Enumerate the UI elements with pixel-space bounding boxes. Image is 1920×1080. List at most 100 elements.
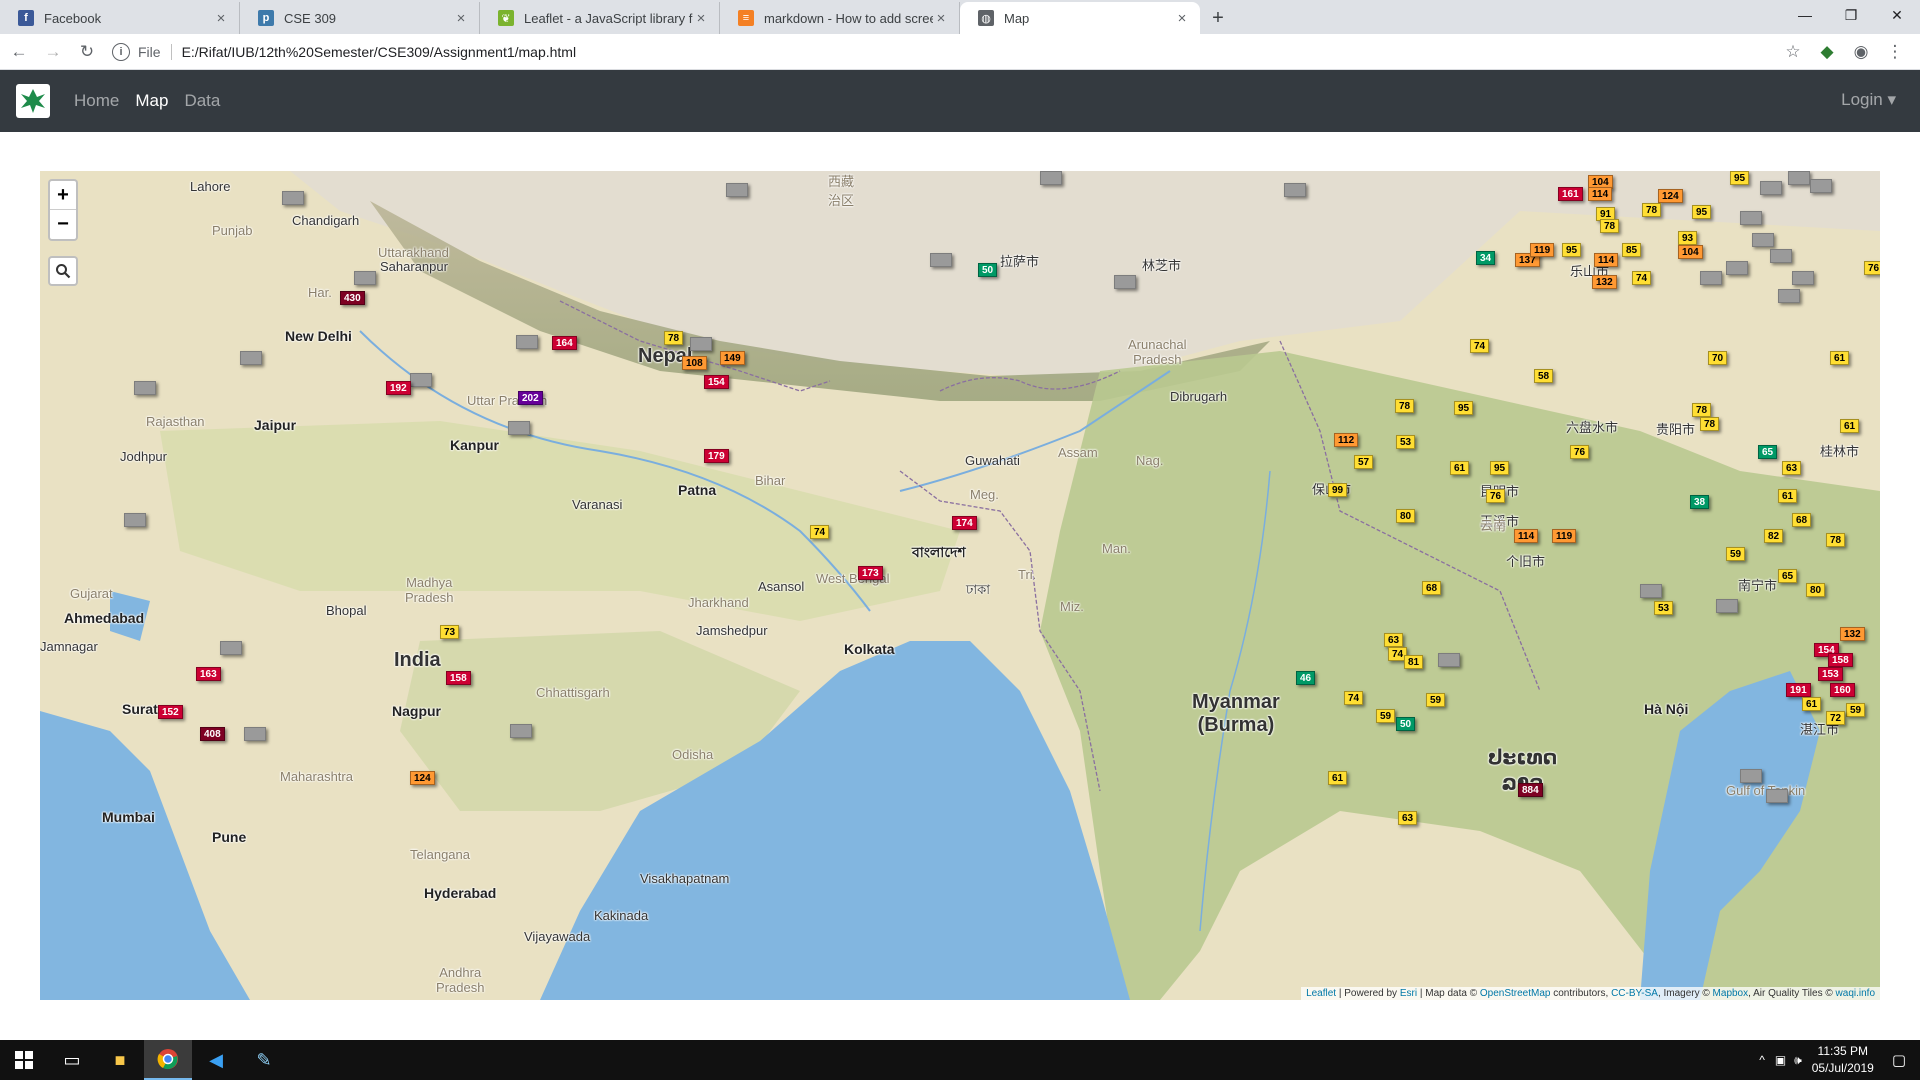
osm-link[interactable]: OpenStreetMap (1480, 988, 1551, 999)
leaflet-link[interactable]: Leaflet (1306, 988, 1336, 999)
aqi-marker[interactable]: 59 (1376, 709, 1396, 723)
aqi-marker[interactable]: 124 (1658, 189, 1683, 203)
aqi-marker[interactable]: 95 (1730, 171, 1750, 185)
aqi-marker[interactable]: 63 (1782, 461, 1802, 475)
aqi-marker[interactable]: 61 (1802, 697, 1822, 711)
address-url[interactable]: E:/Rifat/IUB/12th%20Semester/CSE309/Assi… (182, 44, 577, 60)
aqi-marker[interactable]: 53 (1396, 435, 1416, 449)
inactive-station-marker[interactable] (354, 271, 376, 285)
inactive-station-marker[interactable] (1284, 183, 1306, 197)
zoom-in-button[interactable]: + (50, 181, 76, 210)
aqi-marker[interactable]: 78 (1692, 403, 1712, 417)
tab-1[interactable]: p CSE 309 × (240, 2, 480, 34)
search-icon[interactable] (48, 256, 78, 286)
aqi-marker[interactable]: 158 (446, 671, 471, 685)
aqi-marker[interactable]: 57 (1354, 455, 1374, 469)
aqi-marker[interactable]: 191 (1786, 683, 1811, 697)
inactive-station-marker[interactable] (930, 253, 952, 267)
aqi-marker[interactable]: 65 (1778, 569, 1798, 583)
aqi-marker[interactable]: 108 (682, 356, 707, 370)
aqi-marker[interactable]: 50 (1396, 717, 1416, 731)
esri-link[interactable]: Esri (1400, 988, 1417, 999)
tab-close-icon[interactable]: × (213, 10, 229, 27)
aqi-marker[interactable]: 50 (978, 263, 998, 277)
aqi-marker[interactable]: 884 (1518, 783, 1543, 797)
aqi-marker[interactable]: 74 (1632, 271, 1652, 285)
aqi-marker[interactable]: 124 (410, 771, 435, 785)
aqi-marker[interactable]: 82 (1764, 529, 1784, 543)
tab-close-icon[interactable]: × (1174, 10, 1190, 27)
inactive-station-marker[interactable] (690, 337, 712, 351)
chrome-icon[interactable] (144, 1040, 192, 1080)
inactive-station-marker[interactable] (220, 641, 242, 655)
forward-icon[interactable]: → (38, 37, 68, 67)
aqi-marker[interactable]: 95 (1562, 243, 1582, 257)
aqi-marker[interactable]: 74 (1470, 339, 1490, 353)
inactive-station-marker[interactable] (1766, 789, 1788, 803)
tab-close-icon[interactable]: × (453, 10, 469, 27)
aqi-marker[interactable]: 153 (1818, 667, 1843, 681)
aqi-marker[interactable]: 78 (1642, 203, 1662, 217)
tab-4[interactable]: ◍ Map × (960, 2, 1200, 34)
mapbox-link[interactable]: Mapbox (1713, 988, 1749, 999)
aqi-marker[interactable]: 173 (858, 566, 883, 580)
aqi-marker[interactable]: 95 (1692, 205, 1712, 219)
aqi-marker[interactable]: 112 (1334, 433, 1359, 447)
inactive-station-marker[interactable] (1788, 171, 1810, 185)
inactive-station-marker[interactable] (1640, 584, 1662, 598)
inactive-station-marker[interactable] (1740, 211, 1762, 225)
minimize-button[interactable]: — (1782, 0, 1828, 30)
aqi-marker[interactable]: 154 (704, 375, 729, 389)
extension-icon[interactable]: ◆ (1810, 42, 1844, 62)
aqi-marker[interactable]: 161 (1558, 187, 1583, 201)
vscode-icon[interactable]: ◀ (192, 1040, 240, 1080)
tab-3[interactable]: ≡ markdown - How to add screensh× (720, 2, 960, 34)
aqi-marker[interactable]: 46 (1296, 671, 1316, 685)
menu-kebab-icon[interactable]: ⋮ (1878, 42, 1912, 62)
paint-icon[interactable]: ✎ (240, 1040, 288, 1080)
aqi-marker[interactable]: 408 (200, 727, 225, 741)
nav-data-link[interactable]: Data (184, 91, 220, 111)
aqi-marker[interactable]: 74 (810, 525, 830, 539)
aqi-marker[interactable]: 65 (1758, 445, 1778, 459)
inactive-station-marker[interactable] (1716, 599, 1738, 613)
aqi-marker[interactable]: 114 (1588, 187, 1613, 201)
bookmark-star-icon[interactable]: ☆ (1776, 42, 1810, 62)
tab-close-icon[interactable]: × (933, 10, 949, 27)
aqi-marker[interactable]: 68 (1792, 513, 1812, 527)
aqi-marker[interactable]: 70 (1708, 351, 1728, 365)
inactive-station-marker[interactable] (244, 727, 266, 741)
aqi-marker[interactable]: 99 (1328, 483, 1348, 497)
aqi-marker[interactable]: 76 (1486, 489, 1506, 503)
new-tab-button[interactable]: + (1200, 2, 1236, 34)
leaflet-map[interactable]: Lahore Punjab Chandigarh Uttarakhand Saharan… (40, 171, 1880, 1000)
info-icon[interactable]: i (112, 42, 130, 61)
aqi-marker[interactable]: 85 (1622, 243, 1642, 257)
inactive-station-marker[interactable] (516, 335, 538, 349)
aqi-marker[interactable]: 34 (1476, 251, 1496, 265)
zoom-out-button[interactable]: − (50, 210, 76, 239)
aqi-marker[interactable]: 202 (518, 391, 543, 405)
aqi-marker[interactable]: 119 (1530, 243, 1555, 257)
tab-0[interactable]: f Facebook × (0, 2, 240, 34)
network-icon[interactable]: ▣ (1775, 1053, 1786, 1067)
clock[interactable]: 11:35 PM 05/Jul/2019 (1812, 1043, 1874, 1077)
profile-avatar-icon[interactable]: ◉ (1844, 42, 1878, 62)
inactive-station-marker[interactable] (726, 183, 748, 197)
aqi-marker[interactable]: 61 (1778, 489, 1798, 503)
back-icon[interactable]: ← (4, 37, 34, 67)
aqi-marker[interactable]: 114 (1514, 529, 1539, 543)
aqi-marker[interactable]: 73 (440, 625, 460, 639)
aqi-marker[interactable]: 61 (1830, 351, 1850, 365)
aqi-marker[interactable]: 76 (1570, 445, 1590, 459)
aqi-marker[interactable]: 104 (1678, 245, 1703, 259)
aqi-marker[interactable]: 59 (1846, 703, 1866, 717)
aqi-marker[interactable]: 61 (1840, 419, 1860, 433)
nav-home-link[interactable]: Home (74, 91, 119, 111)
aqi-marker[interactable]: 68 (1422, 581, 1442, 595)
aqi-marker[interactable]: 149 (720, 351, 745, 365)
reload-icon[interactable]: ↻ (72, 37, 102, 67)
nav-map-link[interactable]: Map (135, 91, 168, 111)
tab-2[interactable]: ❦ Leaflet - a JavaScript library for in× (480, 2, 720, 34)
inactive-station-marker[interactable] (1740, 769, 1762, 783)
